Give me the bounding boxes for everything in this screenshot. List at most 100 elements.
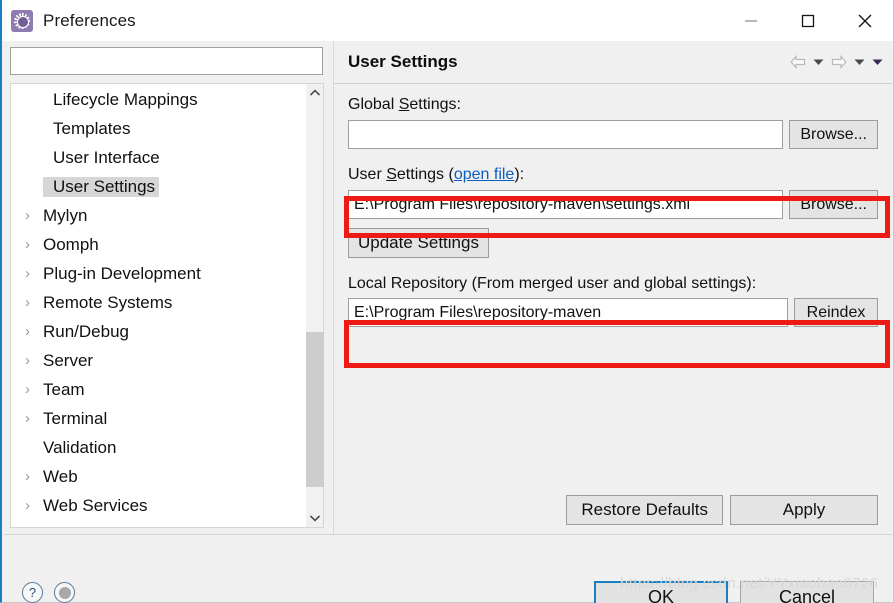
panel-nav-icons <box>790 55 883 69</box>
sidebar-item[interactable]: ›User Settings <box>11 172 305 201</box>
filter-input[interactable] <box>11 48 322 74</box>
chevron-right-icon[interactable]: › <box>21 324 43 339</box>
local-repository-input[interactable] <box>348 298 788 327</box>
close-icon[interactable] <box>836 0 893 41</box>
help-question-icon[interactable]: ? <box>22 582 43 603</box>
sidebar-item-label: XML <box>43 525 78 528</box>
sidebar-item-label: User Settings <box>43 176 160 197</box>
user-settings-browse-button[interactable]: Browse... <box>789 190 878 219</box>
sidebar-item-label: Run/Debug <box>43 321 130 341</box>
sidebar-item[interactable]: ›Validation <box>11 433 305 462</box>
preferences-sidebar: ›Lifecycle Mappings›Templates›User Inter… <box>4 41 332 534</box>
restore-defaults-button[interactable]: Restore Defaults <box>566 495 723 525</box>
chevron-right-icon[interactable]: › <box>21 498 43 513</box>
sidebar-item-label: Validation <box>43 437 117 457</box>
reindex-button[interactable]: Reindex <box>794 298 878 327</box>
sidebar-item[interactable]: ›XML <box>11 520 305 528</box>
dialog-buttons: OK Cancel <box>594 581 874 603</box>
sidebar-item-label: Mylyn <box>43 205 88 225</box>
sidebar-item[interactable]: › Web Services <box>11 491 305 520</box>
chevron-right-icon[interactable]: › <box>21 353 43 368</box>
maximize-icon[interactable] <box>779 0 836 41</box>
sidebar-item-label: User Interface <box>53 147 160 167</box>
sidebar-item-label: Server <box>43 350 94 370</box>
panel-action-buttons: Restore Defaults Apply <box>566 495 878 525</box>
global-settings-label-pre: Global <box>348 96 399 113</box>
window-title: Preferences <box>43 10 136 30</box>
sidebar-item-label: Lifecycle Mappings <box>53 89 198 109</box>
chevron-right-icon[interactable]: › <box>21 469 43 484</box>
global-settings-label-post: ettings: <box>409 96 461 113</box>
chevron-right-icon[interactable]: › <box>21 266 43 281</box>
sidebar-item[interactable]: › Mylyn <box>11 201 305 230</box>
user-settings-label-mid: ettings ( <box>396 166 454 183</box>
sidebar-item[interactable]: › Remote Systems <box>11 288 305 317</box>
cancel-button[interactable]: Cancel <box>740 581 874 603</box>
preferences-tree-container: ›Lifecycle Mappings›Templates›User Inter… <box>10 83 324 528</box>
footer-icons: ? <box>22 582 75 603</box>
page-title: User Settings <box>348 52 458 71</box>
sidebar-item[interactable]: › Oomph <box>11 230 305 259</box>
user-settings-label-pre: User <box>348 166 387 183</box>
update-settings-row: Update Settings <box>348 228 878 258</box>
chevron-right-icon[interactable]: › <box>21 382 43 397</box>
dialog-footer: ? OK Cancel <box>4 534 892 603</box>
status-circle-icon[interactable] <box>54 582 75 603</box>
sidebar-item-label: Web Services <box>43 495 148 515</box>
scroll-up-icon[interactable] <box>306 84 324 102</box>
filter-box[interactable] <box>10 47 323 75</box>
forward-menu-caret-down-icon[interactable] <box>854 58 865 66</box>
chevron-right-icon[interactable]: › <box>21 295 43 310</box>
global-settings-label: Global Settings: <box>348 96 878 114</box>
tree-scrollbar[interactable] <box>305 84 324 527</box>
preferences-tree[interactable]: ›Lifecycle Mappings›Templates›User Inter… <box>11 84 305 528</box>
forward-arrow-icon[interactable] <box>831 55 847 69</box>
chevron-right-icon[interactable]: › <box>21 411 43 426</box>
sidebar-item[interactable]: ›Lifecycle Mappings <box>11 85 305 114</box>
sidebar-item-label: Remote Systems <box>43 292 173 312</box>
apply-button[interactable]: Apply <box>730 495 878 525</box>
sidebar-item[interactable]: › Server <box>11 346 305 375</box>
user-settings-label: User Settings (open file): <box>348 166 878 184</box>
global-settings-row: Browse... <box>348 120 878 149</box>
local-repository-label: Local Repository (From merged user and g… <box>348 275 757 292</box>
minimize-icon[interactable] <box>722 0 779 41</box>
sidebar-item[interactable]: › Web <box>11 462 305 491</box>
panel-body: Global Settings: Browse... User Settings… <box>334 84 892 533</box>
sidebar-item-label: Plug-in Development <box>43 263 201 283</box>
user-settings-label-post: ): <box>514 166 525 183</box>
user-settings-row: Browse... <box>348 190 878 219</box>
sidebar-item[interactable]: ›User Interface <box>11 143 305 172</box>
ok-button[interactable]: OK <box>594 581 728 603</box>
user-settings-input[interactable] <box>348 190 784 219</box>
chevron-right-icon[interactable]: › <box>21 237 43 252</box>
user-settings-label-mnemonic: S <box>386 166 397 183</box>
settings-panel: User Settings Global Settings: Browse...… <box>333 41 892 534</box>
open-file-link[interactable]: open file <box>454 166 515 183</box>
sidebar-item-label: Oomph <box>43 234 99 254</box>
sidebar-item-label: Team <box>43 379 85 399</box>
sidebar-item-label: Web <box>43 466 78 486</box>
scroll-down-icon[interactable] <box>306 509 324 527</box>
window-title-bar: Preferences <box>2 0 893 41</box>
back-arrow-icon[interactable] <box>790 55 806 69</box>
view-menu-caret-down-icon[interactable] <box>872 58 883 66</box>
window-controls <box>722 0 893 41</box>
scrollbar-thumb[interactable] <box>306 332 324 487</box>
preferences-gear-icon <box>11 9 33 32</box>
chevron-right-icon[interactable]: › <box>21 208 43 223</box>
panel-header: User Settings <box>334 41 892 84</box>
sidebar-item[interactable]: › Terminal <box>11 404 305 433</box>
local-repository-row: Reindex <box>348 298 878 327</box>
sidebar-item[interactable]: › Plug-in Development <box>11 259 305 288</box>
update-settings-button[interactable]: Update Settings <box>348 228 489 258</box>
sidebar-item-label: Terminal <box>43 408 108 428</box>
sidebar-item[interactable]: ›Templates <box>11 114 305 143</box>
sidebar-item[interactable]: › Team <box>11 375 305 404</box>
sidebar-item[interactable]: › Run/Debug <box>11 317 305 346</box>
global-settings-browse-button[interactable]: Browse... <box>789 120 878 149</box>
back-menu-caret-down-icon[interactable] <box>813 58 824 66</box>
preferences-dialog: Preferences ›Lifecycle Mappings›Template… <box>0 0 894 603</box>
global-settings-label-mnemonic: S <box>398 96 410 113</box>
global-settings-input[interactable] <box>348 120 784 149</box>
